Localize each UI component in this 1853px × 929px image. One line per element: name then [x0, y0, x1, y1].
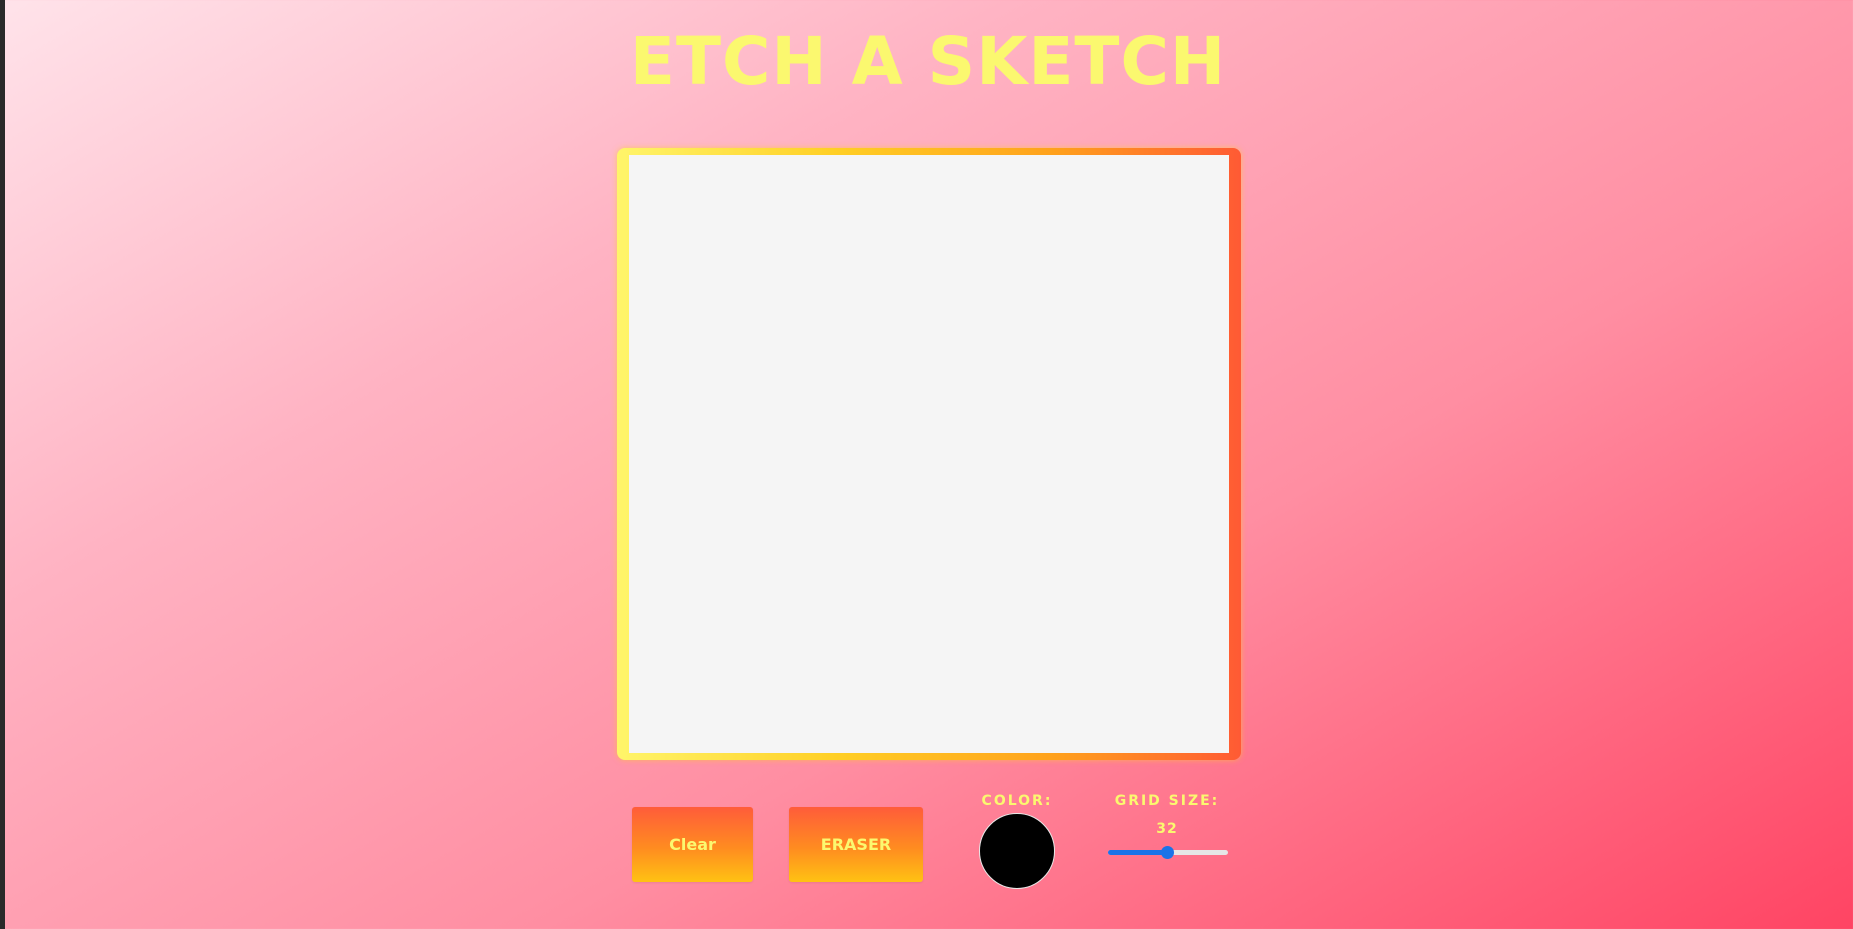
clear-button[interactable]: Clear: [632, 807, 753, 882]
page-title: ETCH A SKETCH: [629, 23, 1227, 100]
grid-size-value: 32: [1156, 821, 1178, 837]
eraser-button[interactable]: ERASER: [789, 807, 923, 882]
window-edge: [0, 0, 5, 929]
color-picker[interactable]: [979, 813, 1055, 889]
sketch-canvas[interactable]: [629, 155, 1229, 753]
grid-size-label: GRID SIZE:: [1114, 793, 1220, 809]
slider-fill: [1108, 850, 1167, 855]
color-label: COLOR:: [981, 793, 1053, 809]
sketch-frame: [617, 148, 1241, 760]
grid-size-slider[interactable]: [1108, 846, 1228, 859]
slider-thumb[interactable]: [1161, 846, 1174, 859]
